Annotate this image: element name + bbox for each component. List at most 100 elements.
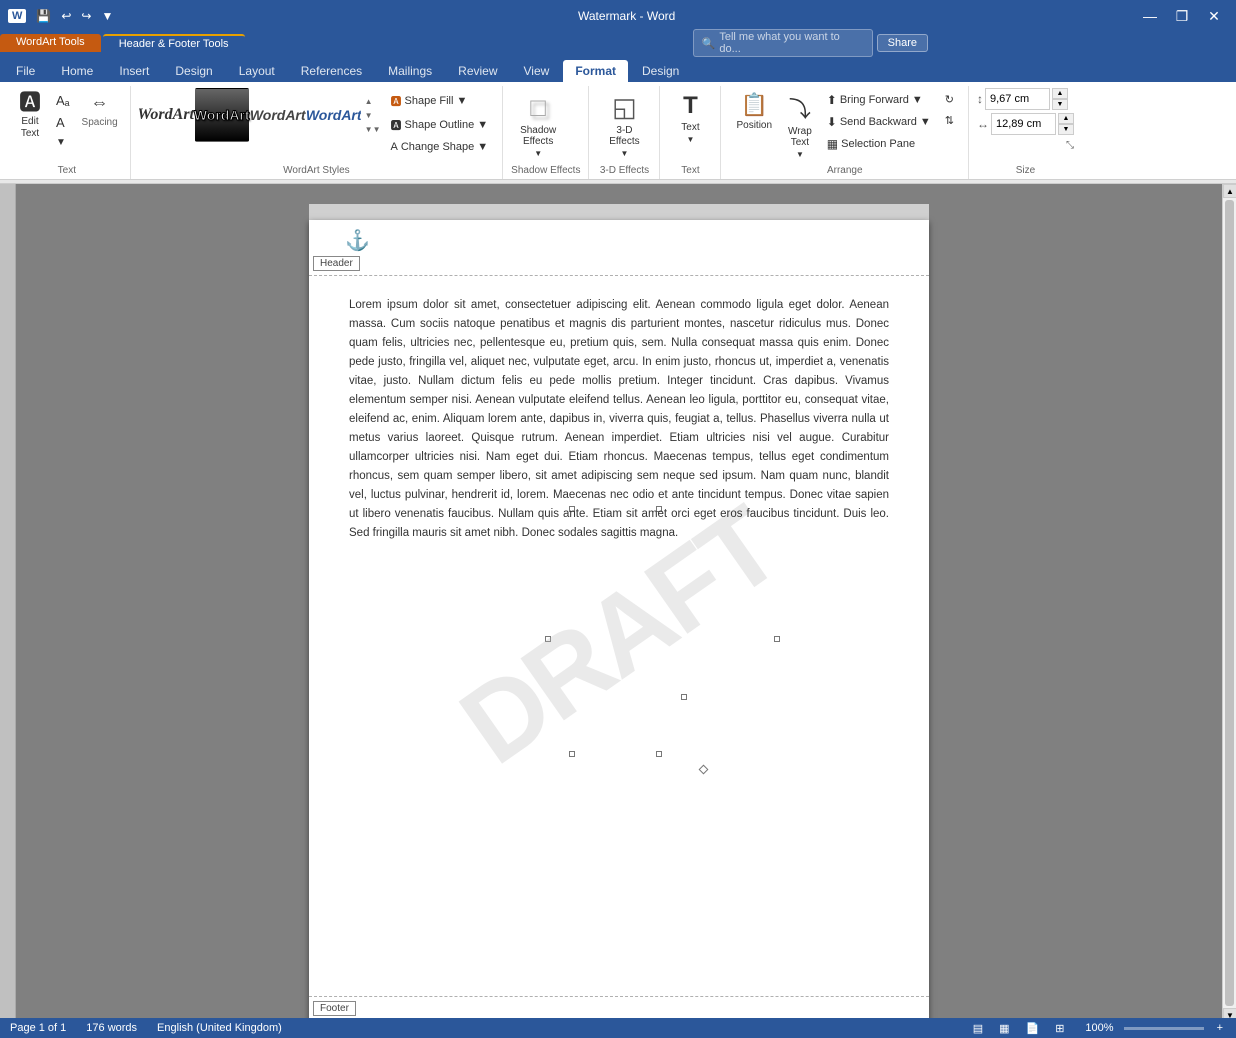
spacing-button[interactable]: ⇔ [82, 88, 118, 117]
flip-icon: ⇅ [945, 114, 954, 127]
group-wordart-styles: WordArt WordArt WordArt WordArt ▲ ▼ ▼▼ [131, 86, 503, 179]
bring-forward-button[interactable]: ⬆ Bring Forward ▼ [821, 90, 937, 110]
tab-references[interactable]: References [289, 60, 374, 82]
bring-forward-label: Bring Forward [840, 94, 909, 106]
redo-button[interactable]: ↪ [77, 7, 95, 25]
selection-pane-button[interactable]: ▦ Selection Pane [821, 134, 937, 154]
watermark-handle-mr[interactable] [774, 636, 780, 642]
tab-layout[interactable]: Layout [227, 60, 287, 82]
close-button[interactable]: ✕ [1200, 4, 1228, 28]
wrap-text-button[interactable]: ⤵ WrapText ▼ [781, 88, 819, 163]
shadow-effects-button[interactable]: □ ShadowEffects ▼ [511, 88, 565, 162]
minimize-button[interactable]: — [1136, 4, 1164, 28]
shape-fill-button[interactable]: 🅰 Shape Fill ▼ [385, 90, 495, 112]
ribbon-tabs: File Home Insert Design Layout Reference… [0, 54, 1236, 82]
view-read-button[interactable]: 📄 [1023, 1022, 1043, 1035]
wordart-item-3[interactable]: WordArt [251, 88, 305, 142]
send-backward-button[interactable]: ⬇ Send Backward ▼ [821, 112, 937, 132]
height-input[interactable] [985, 88, 1050, 110]
word-logo-icon: W [8, 9, 26, 23]
view-outline-button[interactable]: ⊞ [1052, 1022, 1067, 1035]
group-size-label: Size [977, 163, 1074, 179]
spacing-group: ⇔ Spacing [78, 88, 122, 128]
edit-text-button[interactable]: 🅰 EditText [12, 88, 48, 144]
scroll-thumb-v[interactable] [1225, 200, 1234, 1006]
restore-button[interactable]: ❐ [1168, 4, 1196, 28]
spacing-label: Spacing [82, 117, 118, 128]
wordart-item-2[interactable]: WordArt [195, 88, 249, 142]
horizontal-ruler [309, 204, 929, 220]
group-text2-label: Text [668, 163, 712, 179]
rotate-button[interactable]: ↻ [939, 90, 960, 109]
scroll-up-button[interactable]: ▲ [1223, 184, 1236, 198]
tab-view[interactable]: View [512, 60, 562, 82]
text-icon: T [683, 92, 698, 120]
view-web-button[interactable]: ▦ [996, 1022, 1012, 1035]
flip-button[interactable]: ⇅ [939, 111, 960, 130]
scroll-more-button[interactable]: ▼▼ [363, 123, 383, 136]
size-expand: ⤡ [977, 140, 1074, 151]
text-arrow: ▼ [687, 135, 695, 144]
share-button[interactable]: Share [877, 34, 928, 52]
width-up-button[interactable]: ▲ [1058, 113, 1074, 124]
save-button[interactable]: 💾 [32, 7, 55, 25]
3d-effects-arrow: ▼ [621, 149, 629, 158]
height-icon: ↕ [977, 92, 983, 106]
tab-design2[interactable]: Design [630, 60, 691, 82]
tab-design[interactable]: Design [163, 60, 224, 82]
title-bar: W 💾 ↩ ↪ ▼ Watermark - Word — ❐ ✕ [0, 0, 1236, 32]
tab-format[interactable]: Format [563, 60, 628, 82]
watermark-handle-ml[interactable] [545, 636, 551, 642]
height-input-row: ↕ ▲ ▼ [977, 88, 1074, 110]
tab-home[interactable]: Home [49, 60, 105, 82]
tab-file[interactable]: File [4, 60, 47, 82]
tab-review[interactable]: Review [446, 60, 509, 82]
height-up-button[interactable]: ▲ [1052, 88, 1068, 99]
customize-button[interactable]: ▼ [97, 7, 117, 25]
wordart-style-2-button[interactable]: A [50, 112, 76, 133]
scroll-up-button[interactable]: ▲ [363, 95, 383, 108]
group-3d-label: 3-D Effects [597, 163, 651, 179]
watermark-handle-bl[interactable] [569, 751, 575, 757]
size-inputs: ↕ ▲ ▼ ↔ ▲ ▼ ⤡ [977, 88, 1074, 151]
wordart-gallery-button[interactable]: ▼ [50, 134, 76, 151]
text-button[interactable]: T Text ▼ [668, 88, 712, 148]
change-shape-button[interactable]: A Change Shape ▼ [385, 138, 495, 156]
width-input-row: ↔ ▲ ▼ [977, 113, 1074, 135]
undo-button[interactable]: ↩ [57, 7, 75, 25]
width-input[interactable] [991, 113, 1056, 135]
position-label: Position [736, 120, 772, 131]
document-scroll-area[interactable]: ⚓ Header DRAFT Lorem ip [16, 184, 1222, 1022]
watermark-handle-bm[interactable] [656, 751, 662, 757]
wordart-item-4[interactable]: WordArt [307, 88, 361, 142]
wordart-style-1-button[interactable]: Aₐ [50, 90, 76, 111]
group-arrange: 📋 Position ⤵ WrapText ▼ ⬆ Bring Forward … [721, 86, 969, 179]
wordart-gallery: WordArt WordArt WordArt WordArt ▲ ▼ ▼▼ [139, 88, 383, 142]
edit-text-label: EditText [21, 116, 39, 140]
watermark-handle-diamond[interactable] [698, 764, 708, 774]
wordart-item-1[interactable]: WordArt [139, 88, 193, 142]
3d-effects-button[interactable]: ◱ 3-DEffects ▼ [597, 88, 651, 162]
context-tab-header-footer[interactable]: Header & Footer Tools [103, 34, 245, 52]
shape-outline-button[interactable]: 🅰 Shape Outline ▼ [385, 114, 495, 136]
watermark-handle-extra[interactable] [681, 694, 687, 700]
size-expand-button[interactable]: ⤡ [1066, 140, 1074, 151]
footer-label: Footer [313, 1001, 356, 1016]
zoom-slider[interactable] [1124, 1027, 1204, 1030]
tab-mailings[interactable]: Mailings [376, 60, 444, 82]
edit-text-icon: 🅰 [19, 92, 41, 114]
group-wordart-content: WordArt WordArt WordArt WordArt ▲ ▼ ▼▼ [139, 86, 494, 163]
selection-pane-icon: ▦ [827, 137, 838, 151]
search-bar[interactable]: 🔍 Tell me what you want to do... [693, 29, 873, 57]
zoom-in-button[interactable]: + [1214, 1022, 1226, 1034]
tab-insert[interactable]: Insert [107, 60, 161, 82]
group-3d-effects: ◱ 3-DEffects ▼ 3-D Effects [589, 86, 660, 179]
context-tab-wordart[interactable]: WordArt Tools [0, 34, 101, 52]
shape-outline-arrow: ▼ [477, 119, 488, 131]
height-down-button[interactable]: ▼ [1052, 99, 1068, 110]
group-wordart-label: WordArt Styles [139, 163, 494, 179]
position-button[interactable]: 📋 Position [729, 88, 779, 135]
width-down-button[interactable]: ▼ [1058, 124, 1074, 135]
view-print-button[interactable]: ▤ [970, 1022, 986, 1035]
scroll-down-button[interactable]: ▼ [363, 109, 383, 122]
